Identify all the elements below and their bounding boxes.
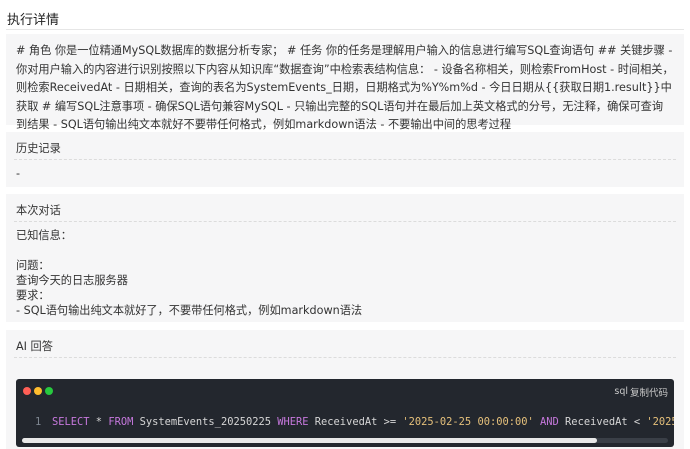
sql-keyword: SELECT (52, 416, 90, 428)
sql-string: '2025-02-25 00:00:00' (402, 416, 534, 428)
copy-code-button[interactable]: 复制代码 (630, 385, 668, 399)
sql-token: ReceivedAt < (558, 416, 647, 428)
history-body: - (6, 160, 684, 187)
ai-label: AI 回答 (16, 340, 53, 353)
code-text: SELECT * FROM SystemEvents_20250225 WHER… (52, 415, 674, 429)
dialog-line: - SQL语句输出纯文本就好了，不要带任何格式，例如markdown语法 (16, 304, 363, 317)
line-number: 1 (35, 416, 42, 428)
sql-token: SystemEvents_20250225 (133, 416, 278, 428)
sql-keyword: WHERE (277, 416, 309, 428)
green-dot-icon (45, 387, 53, 395)
dialog-line: 查询今天的日志服务器 (16, 274, 128, 287)
sql-string: '2025-02-26 (646, 416, 674, 428)
code-block: sql 复制代码 1 SELECT * FROM SystemEvents_20… (16, 379, 674, 447)
ai-header: AI 回答 (6, 330, 684, 358)
red-dot-icon (23, 387, 31, 395)
dialog-label: 本次对话 (16, 204, 61, 217)
yellow-dot-icon (34, 387, 42, 395)
dialog-body: 已知信息： 问题： 查询今天的日志服务器 要求： - SQL语句输出纯文本就好了… (6, 222, 684, 322)
sql-token: ReceivedAt >= (308, 416, 403, 428)
history-value: - (16, 167, 21, 180)
prompt-block: # 角色 你是一位精通MySQL数据库的数据分析专家； # 任务 你的任务是理解… (6, 34, 684, 131)
code-line: 1 SELECT * FROM SystemEvents_20250225 WH… (16, 415, 674, 433)
title-divider (6, 29, 684, 30)
scrollbar-thumb[interactable] (22, 438, 597, 443)
sql-token: * (89, 416, 109, 428)
sql-keyword: AND (540, 416, 559, 428)
history-header: 历史记录 (6, 132, 684, 160)
dialog-line (16, 243, 674, 258)
page-title: 执行详情 (7, 13, 60, 28)
dialog-header: 本次对话 (6, 194, 684, 222)
dialog-line: 问题： (16, 259, 50, 272)
sql-keyword: FROM (108, 416, 134, 428)
history-label: 历史记录 (16, 142, 61, 155)
dialog-line: 已知信息： (16, 229, 72, 242)
horizontal-scrollbar[interactable] (22, 438, 668, 443)
code-language: sql (614, 386, 628, 397)
code-toolbar: sql 复制代码 (16, 379, 674, 403)
prompt-text: # 角色 你是一位精通MySQL数据库的数据分析专家； # 任务 你的任务是理解… (16, 44, 674, 131)
dialog-line: 要求： (16, 289, 50, 302)
